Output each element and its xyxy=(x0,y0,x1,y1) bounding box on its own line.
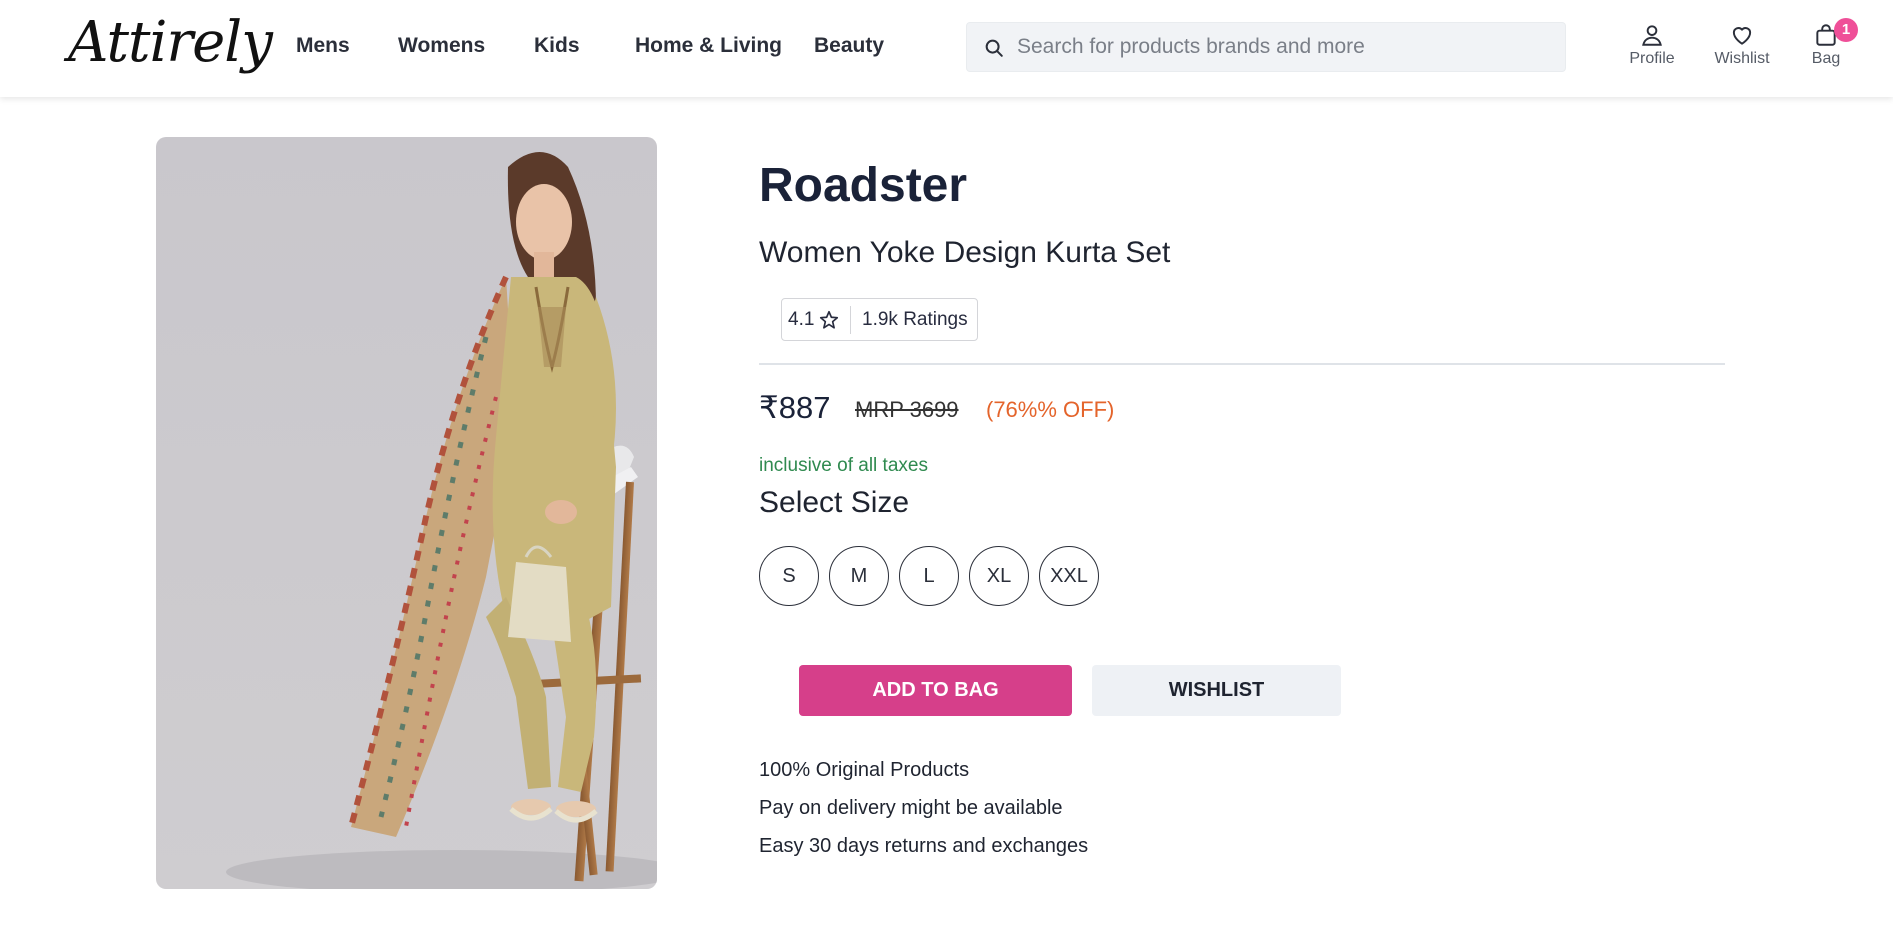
add-to-bag-button[interactable]: ADD TO BAG xyxy=(799,665,1072,716)
bag-label: Bag xyxy=(1811,50,1841,67)
product-brand: Roadster xyxy=(759,159,968,212)
wishlist-header-button[interactable]: Wishlist xyxy=(1709,22,1775,68)
mrp-price: MRP 3699 xyxy=(855,397,959,422)
profile-button[interactable]: Profile xyxy=(1624,22,1680,68)
feature-original-products: 100% Original Products xyxy=(759,759,970,781)
product-name: Women Yoke Design Kurta Set xyxy=(759,236,1171,269)
wishlist-label: Wishlist xyxy=(1714,50,1770,67)
size-option-xxl[interactable]: XXL xyxy=(1039,546,1099,606)
size-option-l[interactable]: L xyxy=(899,546,959,606)
site-logo[interactable]: Attirely xyxy=(68,8,273,78)
search-icon[interactable] xyxy=(983,37,1005,59)
discount-label: (76%% OFF) xyxy=(986,397,1115,422)
nav-item-beauty[interactable]: Beauty xyxy=(814,34,884,58)
bag-count-badge: 1 xyxy=(1834,18,1858,42)
section-divider xyxy=(759,363,1725,365)
feature-easy-returns: Easy 30 days returns and exchanges xyxy=(759,835,1089,857)
size-option-m[interactable]: M xyxy=(829,546,889,606)
size-option-s[interactable]: S xyxy=(759,546,819,606)
rating-summary[interactable]: 4.1 1.9k Ratings xyxy=(781,298,978,341)
search-bar xyxy=(966,22,1566,72)
bag-button[interactable]: Bag 1 xyxy=(1808,18,1858,68)
nav-item-home-living[interactable]: Home & Living xyxy=(635,34,782,58)
wishlist-button[interactable]: WISHLIST xyxy=(1092,665,1341,716)
nav-item-womens[interactable]: Womens xyxy=(398,34,485,58)
rating-value: 4.1 xyxy=(788,309,815,330)
product-image[interactable] xyxy=(156,137,657,889)
heart-icon xyxy=(1732,27,1752,45)
select-size-title: Select Size xyxy=(759,486,910,519)
selling-price: ₹887 xyxy=(759,390,831,425)
nav-item-kids[interactable]: Kids xyxy=(534,34,580,58)
rating-divider xyxy=(850,306,851,334)
search-input[interactable] xyxy=(1017,23,1557,71)
size-option-xl[interactable]: XL xyxy=(969,546,1029,606)
site-header: Attirely Mens Womens Kids Home & Living … xyxy=(0,0,1893,97)
feature-pay-on-delivery: Pay on delivery might be available xyxy=(759,797,1063,819)
star-icon xyxy=(819,310,839,329)
nav-item-mens[interactable]: Mens xyxy=(296,34,350,58)
profile-icon xyxy=(1642,25,1662,46)
profile-label: Profile xyxy=(1629,50,1675,67)
model-photo xyxy=(156,137,657,889)
tax-note: inclusive of all taxes xyxy=(759,455,928,476)
ratings-count: 1.9k Ratings xyxy=(862,309,968,330)
